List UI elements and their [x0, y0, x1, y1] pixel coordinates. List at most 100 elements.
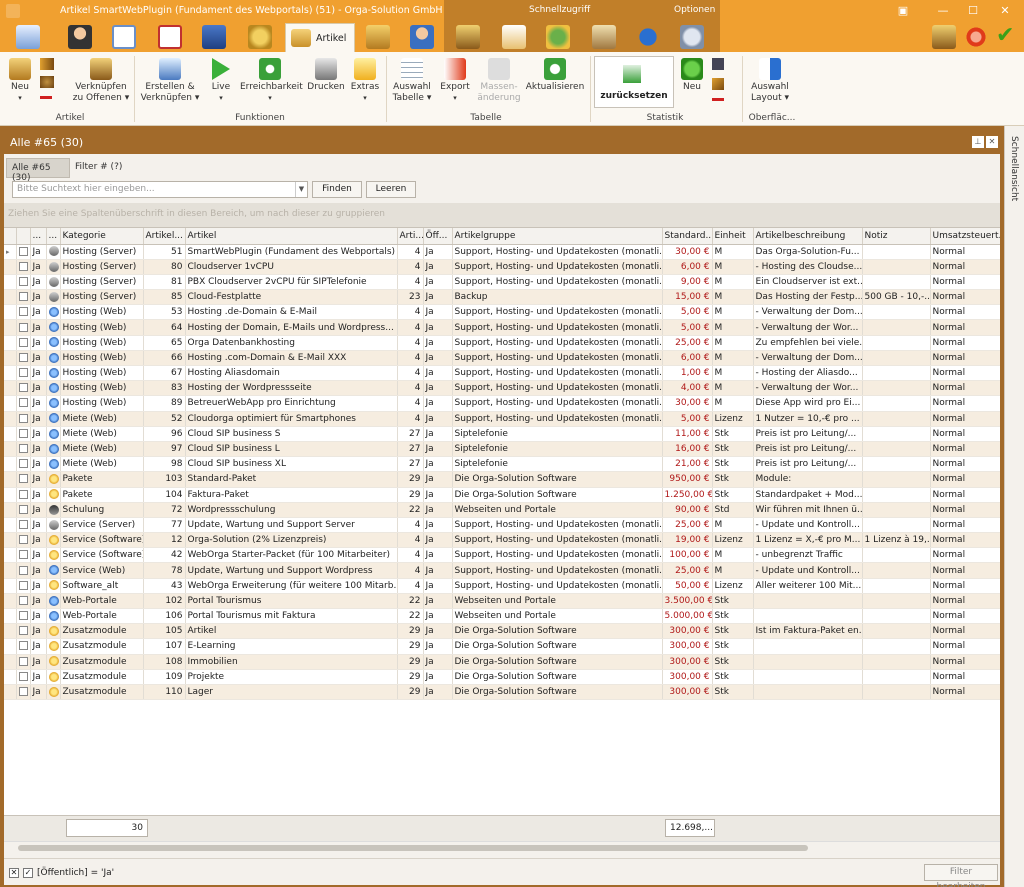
export-button[interactable]: Export ▾	[436, 58, 474, 104]
edit-filter-button[interactable]: Filter bearbeiten	[924, 864, 998, 887]
col-header-beschreibung[interactable]: Artikelbeschreibung	[753, 228, 863, 245]
checkbox[interactable]	[18, 276, 28, 286]
table-row[interactable]: Ja Hosting (Web) 83 Hosting der Wordpressse…	[4, 380, 1000, 397]
statistics-reset-box[interactable]: zurücksetzen	[594, 56, 674, 108]
delivery-tab-icon[interactable]	[366, 25, 390, 49]
row-select-checkbox[interactable]	[16, 547, 31, 564]
col-header-kategorie[interactable]: Kategorie	[60, 228, 144, 245]
row-select-checkbox[interactable]	[16, 562, 31, 579]
new-button[interactable]: Neu ▾	[6, 58, 34, 104]
restore-icon[interactable]: ▣	[888, 2, 918, 20]
delete-small-icon[interactable]	[40, 96, 52, 99]
reachability-button[interactable]: Erreichbarkeit ▾	[240, 58, 303, 104]
row-select-checkbox[interactable]	[16, 441, 31, 458]
filter-enabled-checkbox[interactable]: ✓	[23, 868, 33, 878]
select-table-button[interactable]: Auswahl Tabelle ▾	[390, 58, 434, 104]
table-row[interactable]: Ja Hosting (Server) 85 Cloud-Festplatte 23 Ja…	[4, 289, 1000, 306]
row-select-checkbox[interactable]	[16, 593, 31, 610]
table-row[interactable]: Ja Miete (Web) 97 Cloud SIP business L 27 Ja S…	[4, 441, 1000, 458]
table-row[interactable]: Ja Miete (Web) 98 Cloud SIP business XL 27 Ja…	[4, 456, 1000, 473]
table-row[interactable]: Ja Service (Web) 78 Update, Wartung und Sup…	[4, 562, 1000, 579]
edit-pen-icon[interactable]	[932, 25, 956, 49]
row-select-checkbox[interactable]	[16, 411, 31, 427]
row-select-checkbox[interactable]	[16, 684, 31, 701]
col-header-artikelnr[interactable]: Artikel...	[143, 228, 186, 245]
row-select-checkbox[interactable]	[16, 487, 31, 503]
quick-box-icon[interactable]	[592, 25, 616, 49]
quick-edit-icon[interactable]	[456, 25, 480, 49]
checkbox[interactable]	[18, 656, 28, 666]
tab-filter-other[interactable]: Filter # (?)	[70, 158, 130, 178]
table-row[interactable]: Ja Miete (Web) 52 Cloudorga optimiert für S…	[4, 411, 1000, 427]
checkbox[interactable]	[18, 519, 28, 529]
table-row[interactable]: Ja Pakete 103 Standard-Paket 29 Ja Die Orga-So…	[4, 471, 1000, 488]
help-icon[interactable]	[636, 25, 660, 49]
edit-stat-small-icon[interactable]	[712, 78, 724, 90]
row-select-checkbox[interactable]	[16, 471, 31, 488]
row-select-checkbox[interactable]	[16, 456, 31, 473]
table-row[interactable]: Ja Hosting (Web) 67 Hosting Aliasdomain 4 Ja S…	[4, 365, 1000, 382]
user-tab-icon[interactable]	[410, 25, 434, 49]
row-select-checkbox[interactable]	[16, 532, 31, 549]
power-off-icon[interactable]	[964, 25, 988, 49]
clear-button[interactable]: Leeren	[366, 181, 416, 198]
row-select-checkbox[interactable]	[16, 654, 31, 670]
pin-icon[interactable]: ⊥	[972, 136, 984, 148]
checkbox[interactable]	[18, 641, 28, 651]
checkbox[interactable]	[18, 595, 28, 605]
row-select-checkbox[interactable]	[16, 502, 31, 518]
row-select-checkbox[interactable]	[16, 638, 31, 655]
table-row[interactable]: Ja Web-Portale 106 Portal Tourismus mit Fak…	[4, 608, 1000, 625]
tasks-tab-icon[interactable]	[158, 25, 182, 49]
maximize-button[interactable]: ☐	[958, 2, 988, 20]
checkbox[interactable]	[18, 626, 28, 636]
table-row[interactable]: Ja Zusatzmodule 109 Projekte 29 Ja Die Orga-So…	[4, 669, 1000, 685]
table-row[interactable]: Ja Hosting (Web) 89 BetreuerWebApp pro Einr…	[4, 395, 1000, 412]
table-row[interactable]: Ja Zusatzmodule 105 Artikel 29 Ja Die Orga-Sol…	[4, 623, 1000, 640]
checkbox[interactable]	[18, 322, 28, 332]
checkbox[interactable]	[18, 368, 28, 378]
checkbox[interactable]	[18, 474, 28, 484]
table-row[interactable]: Ja Zusatzmodule 110 Lager 29 Ja Die Orga-Solut…	[4, 684, 1000, 701]
mass-change-button[interactable]: Massen-änderung	[476, 58, 522, 104]
row-select-checkbox[interactable]	[16, 608, 31, 625]
find-button[interactable]: Finden	[312, 181, 362, 198]
link-small-icon[interactable]	[40, 76, 54, 88]
table-row[interactable]: Ja Zusatzmodule 107 E-Learning 29 Ja Die Orga-…	[4, 638, 1000, 655]
checkbox[interactable]	[18, 292, 28, 302]
books-tab-icon[interactable]	[202, 25, 226, 49]
table-row[interactable]: Ja Hosting (Server) 81 PBX Cloudserver 2vCP…	[4, 274, 1000, 291]
calendar-tab-icon[interactable]	[16, 25, 40, 49]
settings-gear-icon[interactable]	[680, 25, 704, 49]
table-row[interactable]: Ja Pakete 104 Faktura-Paket 29 Ja Die Orga-Sol…	[4, 487, 1000, 503]
checkbox[interactable]	[18, 504, 28, 514]
table-row[interactable]: Ja Schulung 72 Wordpressschulung 22 Ja Webseit…	[4, 502, 1000, 518]
table-row[interactable]: Ja Zusatzmodule 108 Immobilien 29 Ja Die Orga-…	[4, 654, 1000, 670]
table-row[interactable]: Ja Miete (Web) 96 Cloud SIP business S 27 Ja S…	[4, 426, 1000, 442]
checkbox[interactable]	[18, 413, 28, 423]
table-row[interactable]: Ja Hosting (Web) 65 Orga Datenbankhosting 4 J…	[4, 335, 1000, 351]
table-row[interactable]: Ja Web-Portale 102 Portal Tourismus 22 Ja Webs…	[4, 593, 1000, 610]
checkbox[interactable]	[18, 611, 28, 621]
table-row[interactable]: Ja Service (Software) 12 Orga-Solution (2% …	[4, 532, 1000, 549]
checkbox[interactable]	[18, 550, 28, 560]
table-row[interactable]: Ja Service (Software) 42 WebOrga Starter-Pa…	[4, 547, 1000, 564]
close-button[interactable]: ✕	[990, 2, 1020, 20]
table-row[interactable]: Ja Hosting (Server) 80 Cloudserver 1vCPU 4 Ja…	[4, 259, 1000, 275]
tab-artikel[interactable]: Artikel	[285, 23, 355, 53]
checkbox[interactable]	[18, 444, 28, 454]
row-select-checkbox[interactable]	[16, 274, 31, 291]
clear-filter-icon[interactable]: ✕	[9, 868, 19, 878]
tab-filter-all[interactable]: Alle #65 (30)	[6, 158, 70, 183]
create-link-button[interactable]: Erstellen & Verknüpfen ▾	[138, 58, 202, 104]
row-select-checkbox[interactable]	[16, 578, 31, 594]
contacts-tab-icon[interactable]	[68, 25, 92, 49]
row-select-checkbox[interactable]	[16, 259, 31, 275]
checkbox[interactable]	[18, 398, 28, 408]
quick-globe-icon[interactable]	[546, 25, 570, 49]
coins-tab-icon[interactable]	[248, 25, 272, 49]
delete-stat-small-icon[interactable]	[712, 98, 724, 101]
row-select-checkbox[interactable]	[16, 669, 31, 685]
select-header[interactable]	[16, 228, 31, 245]
checkbox[interactable]	[18, 337, 28, 347]
